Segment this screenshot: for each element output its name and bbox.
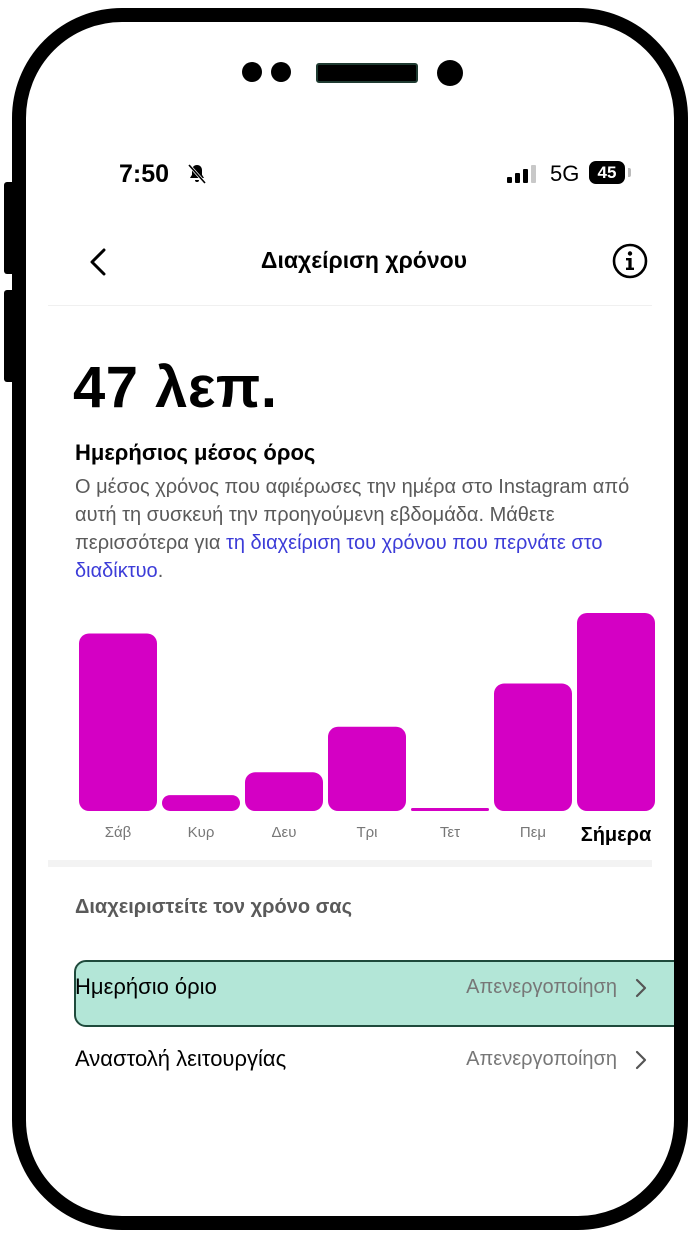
chart-day-label: Κυρ (188, 824, 215, 841)
chevron-right-icon (635, 978, 647, 998)
section-divider (48, 860, 652, 867)
camera-dot (437, 60, 463, 86)
network-label: 5G (550, 161, 580, 186)
chart-bar (79, 633, 157, 811)
status-time: 7:50 (119, 160, 170, 188)
phone-frame: 7:50 5G 45 Διαχείριση χρόνου 47 λεπ. Ημε… (12, 8, 688, 1230)
chart-day-label: Τετ (440, 824, 460, 841)
info-circle-icon[interactable] (610, 241, 650, 281)
daily-limit-row[interactable]: Ημερήσιο όριο Απενεργοποίηση (75, 970, 655, 1010)
sleep-mode-label: Αναστολή λειτουργίας (75, 1046, 287, 1071)
chart-day-label: Τρι (356, 824, 377, 841)
description-end: . (157, 560, 164, 582)
chart-bar (328, 726, 406, 811)
daily-limit-value: Απενεργοποίηση (466, 976, 617, 998)
chart-bar (494, 683, 572, 811)
chart-bar (245, 772, 323, 811)
page-title: Διαχείριση χρόνου (260, 247, 468, 273)
battery-cap (628, 168, 631, 177)
manage-section-title: Διαχειριστείτε τον χρόνο σας (75, 896, 352, 918)
sleep-mode-value: Απενεργοποίηση (466, 1048, 617, 1070)
chart-day-label: Δευ (272, 824, 297, 841)
battery-indicator: 45 (589, 161, 625, 184)
chart-day-label: Σήμερα (581, 824, 652, 846)
sensor-dot (242, 62, 262, 82)
chevron-right-icon (635, 1050, 647, 1070)
daily-average-value: 47 λεπ. (73, 355, 278, 420)
bell-slash-icon (187, 164, 207, 184)
daily-average-label: Ημερήσιος μέσος όρος (75, 440, 316, 465)
chart-bar (411, 808, 489, 811)
speaker-pill (316, 63, 418, 83)
daily-average-description: Ο μέσος χρόνος που αφιέρωσες την ημέρα σ… (75, 473, 665, 585)
chart-bar (577, 613, 655, 811)
daily-limit-label: Ημερήσιο όριο (75, 974, 217, 999)
sensor-dot (271, 62, 291, 82)
weekly-usage-chart: Σάβ Κυρ Δευ Τρι Τετ Πεμ Σήμερα (79, 613, 655, 846)
chart-day-label: Σάβ (105, 824, 132, 841)
sleep-mode-row[interactable]: Αναστολή λειτουργίας Απενεργοποίηση (75, 1042, 655, 1082)
camera-notch (26, 60, 674, 90)
cellular-signal-icon (507, 165, 536, 183)
chart-day-label: Πεμ (520, 824, 546, 841)
header-divider (48, 305, 652, 306)
chart-bar (162, 795, 240, 811)
